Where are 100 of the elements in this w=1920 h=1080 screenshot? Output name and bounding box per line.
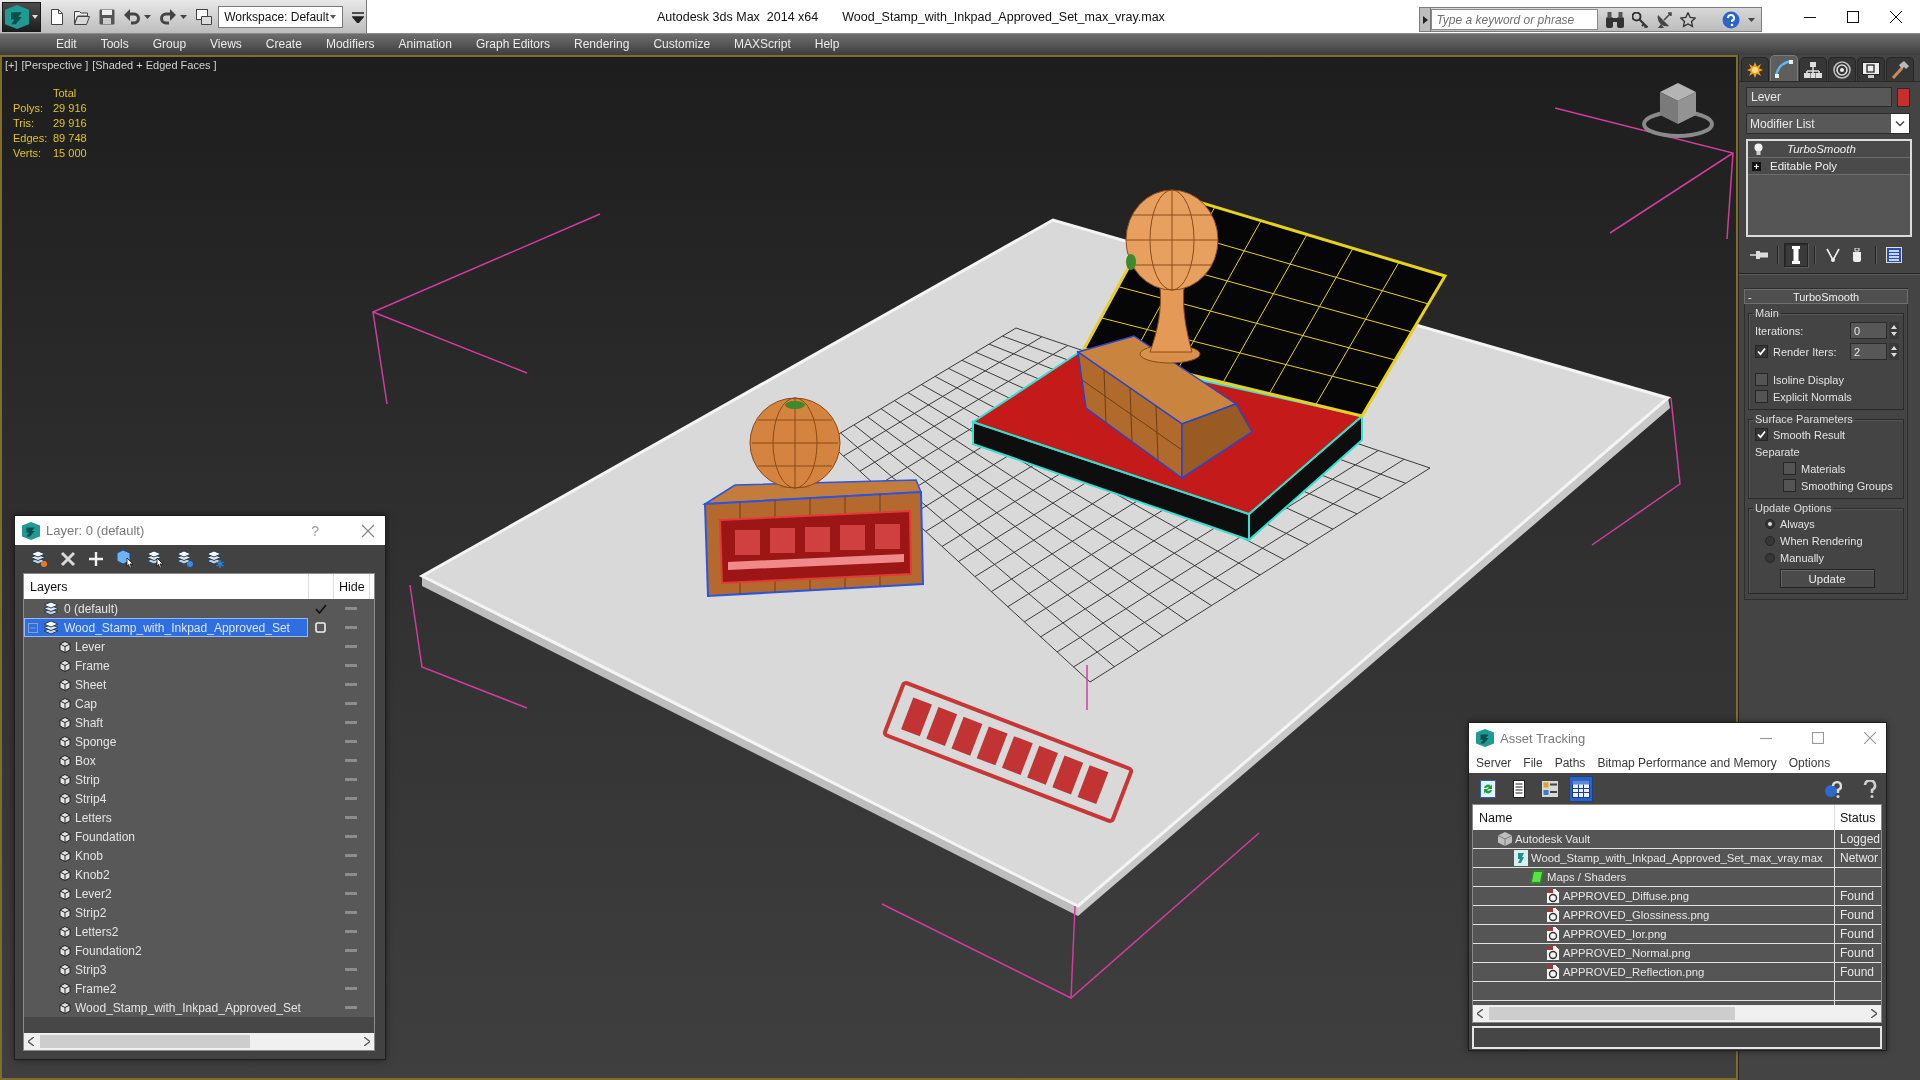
- stack-tool-button[interactable]: [1784, 243, 1808, 267]
- menu-item[interactable]: Options: [1782, 756, 1837, 770]
- modifier-list-dropdown[interactable]: Modifier List: [1746, 113, 1910, 134]
- rollout-header[interactable]: - TurboSmooth: [1744, 289, 1908, 304]
- star-icon[interactable]: [1680, 11, 1697, 28]
- layer-item[interactable]: Wood_Stamp_with_Inkpad_Approved_Set: [24, 618, 308, 637]
- search-field[interactable]: Type a keyword or phrase: [1431, 9, 1599, 30]
- asset-item[interactable]: APPROVED_Ior.png: [1473, 925, 1834, 943]
- menu-item[interactable]: Create: [253, 34, 314, 55]
- asset-item[interactable]: APPROVED_Reflection.png: [1473, 963, 1834, 981]
- close-icon[interactable]: [1890, 10, 1902, 23]
- object-item[interactable]: Wood_Stamp_with_Inkpad_Approved_Set: [24, 998, 308, 1017]
- menu-item[interactable]: Rendering: [562, 34, 642, 55]
- object-item[interactable]: Lever2: [24, 884, 308, 903]
- help-icon[interactable]: [1862, 779, 1878, 798]
- asset-item[interactable]: Autodesk Vault: [1473, 830, 1834, 848]
- layers-dot-icon[interactable]: [176, 550, 194, 568]
- menu-item[interactable]: Group: [140, 34, 199, 55]
- update-button[interactable]: Update: [1779, 569, 1875, 588]
- menu-item[interactable]: Modifiers: [313, 34, 387, 55]
- menu-item[interactable]: File: [1517, 756, 1549, 770]
- object-item[interactable]: Strip4: [24, 789, 308, 808]
- caret-icon[interactable]: [180, 14, 188, 19]
- object-item[interactable]: Letters2: [24, 922, 308, 941]
- redo-icon[interactable]: [160, 8, 177, 25]
- menu-item[interactable]: Tools: [88, 34, 141, 55]
- object-item[interactable]: Strip2: [24, 903, 308, 922]
- caret-icon[interactable]: [144, 14, 152, 19]
- panel-tab[interactable]: [1741, 57, 1769, 81]
- object-item[interactable]: Sponge: [24, 732, 308, 751]
- stack-item[interactable]: Editable Poly: [1748, 158, 1910, 175]
- radio-button[interactable]: [1765, 535, 1775, 546]
- spinner-arrows-icon[interactable]: [1889, 322, 1899, 339]
- binoculars-icon[interactable]: [1606, 11, 1625, 28]
- object-item[interactable]: Knob2: [24, 865, 308, 884]
- lightbulb-icon[interactable]: [1754, 143, 1763, 155]
- layers-snowflake-icon[interactable]: [206, 550, 224, 568]
- layers-cursor-icon[interactable]: [146, 550, 164, 568]
- menu-item[interactable]: Animation: [386, 34, 464, 55]
- object-item[interactable]: Foundation2: [24, 941, 308, 960]
- object-item[interactable]: Cap: [24, 694, 308, 713]
- layer-item[interactable]: 0 (default): [24, 599, 308, 618]
- asset-item[interactable]: APPROVED_Diffuse.png: [1473, 887, 1834, 905]
- radio-button[interactable]: [1765, 552, 1775, 563]
- radio-button[interactable]: [1765, 518, 1775, 529]
- checkbox[interactable]: [1783, 479, 1796, 492]
- menu-item[interactable]: Customize: [641, 34, 723, 55]
- object-item[interactable]: Strip: [24, 770, 308, 789]
- object-item[interactable]: Strip3: [24, 960, 308, 979]
- object-name-field[interactable]: Lever: [1746, 87, 1892, 107]
- save-icon[interactable]: [99, 8, 116, 25]
- key-icon[interactable]: [1632, 11, 1649, 28]
- panel-tab[interactable]: [1799, 57, 1827, 81]
- undo-icon[interactable]: [124, 8, 141, 25]
- check-icon[interactable]: [314, 603, 327, 614]
- expand-search-button[interactable]: [1420, 8, 1432, 31]
- object-item[interactable]: Letters: [24, 808, 308, 827]
- object-item[interactable]: Knob: [24, 846, 308, 865]
- scrollbar-thumb[interactable]: [1489, 1007, 1735, 1020]
- scroll-right-icon[interactable]: [1871, 1009, 1877, 1018]
- cube-cursor-icon[interactable]: [116, 550, 134, 568]
- checkbox[interactable]: [1755, 345, 1768, 358]
- menu-caret-icon[interactable]: [352, 10, 364, 23]
- layers-dot-icon[interactable]: [30, 550, 48, 568]
- checkbox[interactable]: [1783, 462, 1796, 475]
- object-item[interactable]: Foundation: [24, 827, 308, 846]
- overlapping-windows-icon[interactable]: [196, 8, 213, 25]
- column-header[interactable]: Status: [1834, 805, 1881, 830]
- checkbox[interactable]: [1755, 428, 1768, 441]
- menu-item[interactable]: Paths: [1548, 756, 1592, 770]
- asset-item[interactable]: APPROVED_Glossiness.png: [1473, 906, 1834, 924]
- maximize-icon[interactable]: [1847, 10, 1859, 23]
- panel-tab[interactable]: [1828, 57, 1856, 81]
- object-item[interactable]: Frame: [24, 656, 308, 675]
- object-item[interactable]: Sheet: [24, 675, 308, 694]
- menu-item[interactable]: MAXScript: [722, 34, 803, 55]
- help-globe-icon[interactable]: [1824, 779, 1842, 798]
- caret-icon[interactable]: [1748, 17, 1755, 22]
- menu-item[interactable]: Bitmap Performance and Memory: [1591, 756, 1783, 770]
- scroll-left-icon[interactable]: [1477, 1009, 1483, 1018]
- panel-tab[interactable]: [1886, 57, 1914, 81]
- viewport-menu-label[interactable]: [+]: [5, 59, 18, 71]
- asset-item[interactable]: APPROVED_Normal.png: [1473, 944, 1834, 962]
- toolbar-button[interactable]: [1569, 775, 1593, 802]
- color-swatch[interactable]: [1897, 87, 1910, 107]
- menu-item[interactable]: Server: [1470, 756, 1518, 770]
- open-folder-icon[interactable]: [74, 8, 91, 25]
- scrollbar-thumb[interactable]: [40, 1035, 250, 1048]
- spinner-arrows-icon[interactable]: [1889, 343, 1899, 360]
- view-cube[interactable]: [1642, 83, 1714, 138]
- workspace-dropdown[interactable]: Workspace: Default: [218, 5, 343, 28]
- app-menu-button[interactable]: [2, 1, 42, 32]
- new-file-icon[interactable]: [49, 8, 66, 25]
- object-item[interactable]: Frame2: [24, 979, 308, 998]
- column-header[interactable]: Name: [1473, 805, 1834, 830]
- viewport-menu-label[interactable]: [Perspective ]: [21, 59, 89, 71]
- help-icon[interactable]: [1722, 10, 1740, 29]
- plus-box-icon[interactable]: [1752, 161, 1761, 171]
- delete-icon[interactable]: [60, 551, 76, 567]
- object-item[interactable]: Box: [24, 751, 308, 770]
